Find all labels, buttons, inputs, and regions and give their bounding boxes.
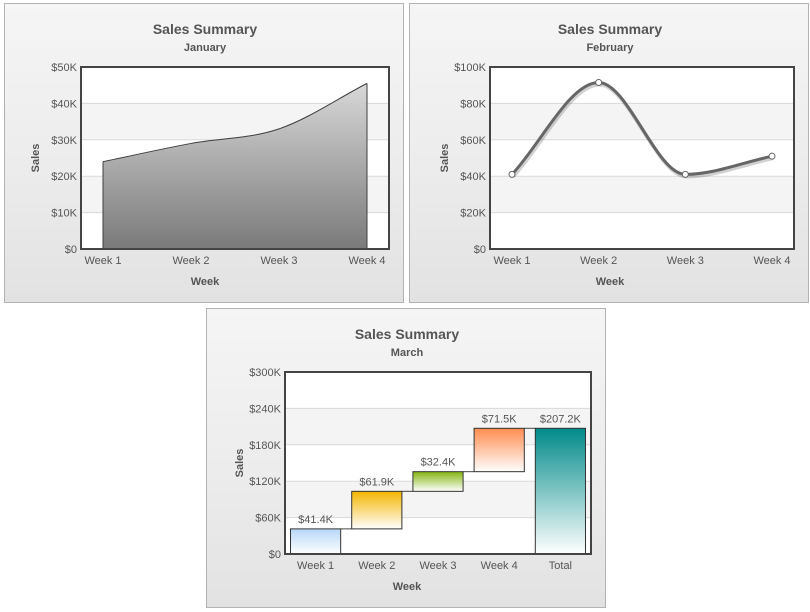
march-y-tick-label: $300K xyxy=(249,367,281,379)
march-title: Sales Summary xyxy=(355,326,459,342)
chart-january: Sales Summary January $0 $10K $20K $30K $40K $5… xyxy=(30,21,390,288)
january-x-tick-label: Week 3 xyxy=(260,255,297,267)
march-y-tick-label: $60K xyxy=(255,513,281,525)
march-bar-1 xyxy=(290,528,342,555)
march-data-label-3: $32.4K xyxy=(421,457,457,469)
chart-february: Sales Summary February $0 $20K $40K $60K $80K $… xyxy=(439,21,795,288)
february-y-axis-title: Sales xyxy=(439,144,451,173)
march-bar-3 xyxy=(412,471,464,492)
february-y-tick-label: $60K xyxy=(460,135,486,147)
march-y-tick-label: $180K xyxy=(249,440,281,452)
march-bar-5 xyxy=(534,427,586,555)
february-x-tick-label: Week 3 xyxy=(667,255,704,267)
march-bar-4 xyxy=(473,427,525,473)
chart-panel-february: Sales Summary February $0 $20K $40K $60K $80K $… xyxy=(409,3,809,303)
march-x-axis-title: Week xyxy=(393,581,422,593)
january-x-axis-title: Week xyxy=(191,276,220,288)
march-x-tick-label: Week 1 xyxy=(297,560,334,572)
march-data-label-5: $207.2K xyxy=(540,413,582,425)
february-point-1 xyxy=(508,170,516,178)
march-y-tick-label: $240K xyxy=(249,403,281,415)
february-x-tick-label: Week 1 xyxy=(493,255,530,267)
february-x-axis-title: Week xyxy=(596,276,625,288)
march-data-label-1: $41.4K xyxy=(298,514,334,526)
february-grid-band xyxy=(490,103,794,140)
february-x-tick-label: Week 2 xyxy=(580,255,617,267)
january-subtitle: January xyxy=(184,42,227,54)
january-x-tick-label: Week 2 xyxy=(172,255,209,267)
february-grid-band xyxy=(490,176,794,213)
february-plot-background xyxy=(490,67,794,249)
march-x-tick-label: Week 2 xyxy=(358,560,395,572)
february-point-3 xyxy=(681,170,689,178)
february-subtitle: February xyxy=(586,42,634,54)
february-y-tick-label: $0 xyxy=(474,244,486,256)
february-y-tick-label: $100K xyxy=(454,62,486,74)
march-x-tick-label: Total xyxy=(549,560,572,572)
february-x-tick-label: Week 4 xyxy=(753,255,790,267)
january-y-tick-label: $0 xyxy=(65,244,77,256)
january-y-tick-label: $20K xyxy=(51,171,77,183)
january-y-tick-label: $40K xyxy=(51,98,77,110)
january-y-tick-label: $10K xyxy=(51,208,77,220)
march-y-axis-title: Sales xyxy=(234,449,246,478)
march-data-label-4: $71.5K xyxy=(482,413,518,425)
february-y-tick-label: $20K xyxy=(460,208,486,220)
march-subtitle: March xyxy=(391,347,424,359)
february-y-tick-label: $40K xyxy=(460,171,486,183)
february-y-tick-label: $80K xyxy=(460,98,486,110)
january-title: Sales Summary xyxy=(153,21,257,37)
march-y-tick-label: $0 xyxy=(269,549,281,561)
february-point-4 xyxy=(768,152,776,160)
january-y-tick-label: $30K xyxy=(51,135,77,147)
march-x-tick-label: Week 3 xyxy=(419,560,456,572)
march-bar-2 xyxy=(351,490,403,530)
chart-panel-march: Sales Summary March $0 $60K $120K $180K $240K $… xyxy=(206,308,606,608)
february-point-2 xyxy=(595,78,603,86)
march-data-label-2: $61.9K xyxy=(359,476,395,488)
january-x-tick-label: Week 4 xyxy=(348,255,385,267)
january-x-tick-label: Week 1 xyxy=(84,255,121,267)
february-title: Sales Summary xyxy=(558,21,662,37)
chart-panel-january: Sales Summary January $0 $10K $20K $30K $40K $5… xyxy=(4,3,404,303)
chart-march: Sales Summary March $0 $60K $120K $180K $240K $… xyxy=(234,326,592,593)
january-y-tick-label: $50K xyxy=(51,62,77,74)
march-x-tick-label: Week 4 xyxy=(481,560,518,572)
january-y-axis-title: Sales xyxy=(30,144,42,173)
march-y-tick-label: $120K xyxy=(249,476,281,488)
